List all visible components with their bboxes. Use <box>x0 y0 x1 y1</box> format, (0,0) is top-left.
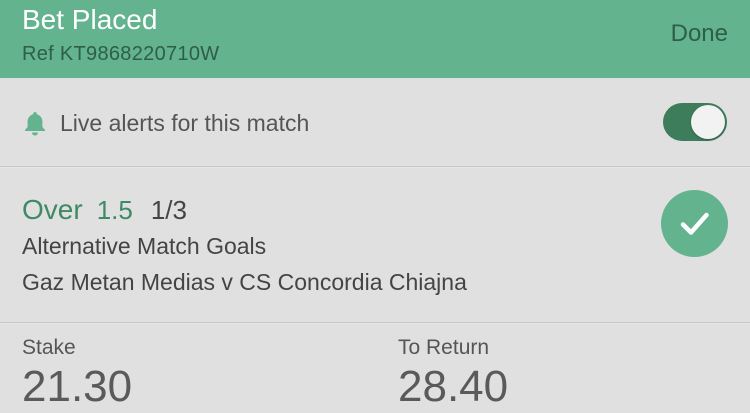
return-value: 28.40 <box>398 362 509 411</box>
live-alerts-toggle[interactable] <box>663 103 727 141</box>
bet-reference: Ref KT9868220710W <box>22 43 220 65</box>
event-name: Gaz Metan Medias v CS Concordia Chiajna <box>22 269 467 295</box>
check-icon <box>661 190 728 257</box>
toggle-knob <box>691 105 725 139</box>
selection-handicap: 1.5 <box>96 195 133 225</box>
page-title: Bet Placed <box>22 4 158 35</box>
done-button[interactable]: Done <box>671 20 728 48</box>
bet-receipt-screen: Bet Placed Ref KT9868220710W Done Live a… <box>0 0 750 413</box>
market-name: Alternative Match Goals <box>22 233 267 259</box>
header-bar: Bet Placed Ref KT9868220710W Done <box>0 0 750 78</box>
selection-odds: 1/3 <box>150 195 187 225</box>
live-alerts-label: Live alerts for this match <box>60 110 310 136</box>
live-alerts-row: Live alerts for this match <box>0 78 750 167</box>
stake-value: 21.30 <box>22 362 133 411</box>
stake-label: Stake <box>22 336 76 359</box>
selection-name: Over <box>22 194 83 225</box>
selection-line: Over 1.5 1/3 <box>22 194 187 231</box>
return-label: To Return <box>398 336 490 359</box>
bet-totals: Stake 21.30 To Return 28.40 <box>0 324 750 413</box>
bell-icon <box>22 110 48 136</box>
bet-selection: Over 1.5 1/3 Alternative Match Goals Gaz M… <box>0 168 750 323</box>
